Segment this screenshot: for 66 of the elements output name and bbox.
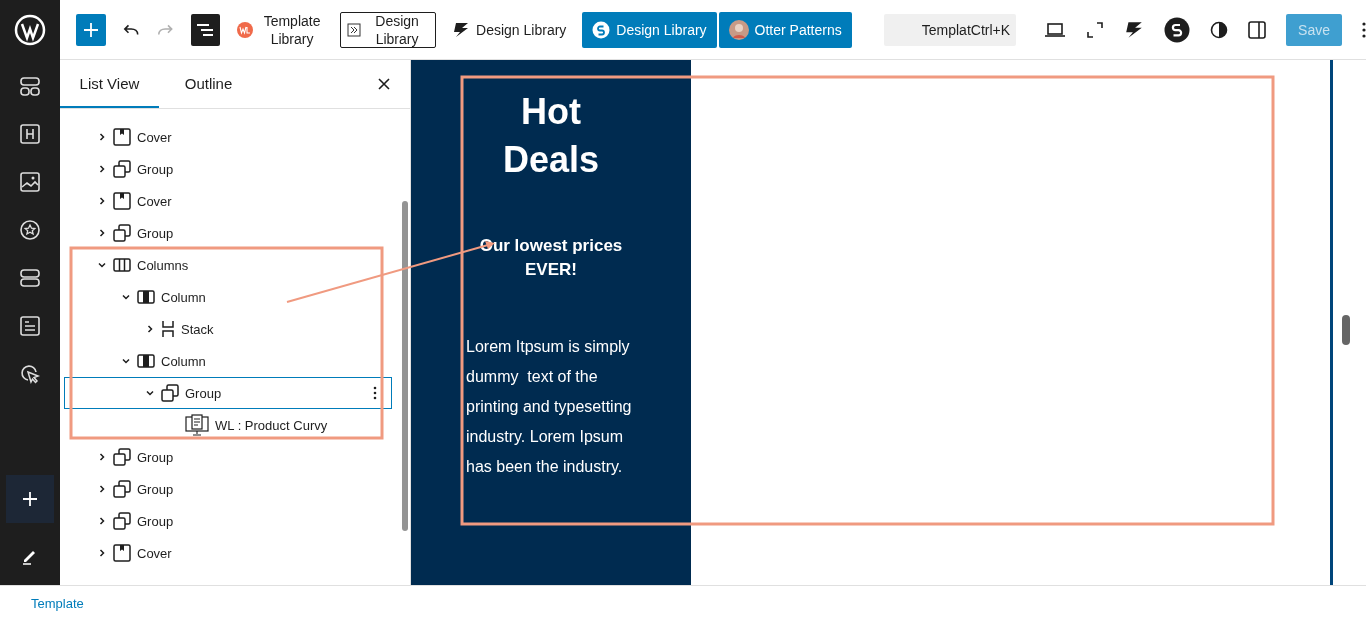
cursor-click-icon[interactable] — [19, 363, 41, 385]
fullscreen-icon[interactable] — [1086, 20, 1105, 39]
list-view-item[interactable]: Cover — [64, 185, 392, 217]
group-block-icon — [161, 384, 179, 402]
close-icon[interactable] — [378, 78, 390, 90]
group-block-icon — [113, 224, 131, 242]
image-icon[interactable] — [19, 171, 41, 193]
star-circle-icon[interactable] — [19, 219, 41, 241]
template-library-button[interactable]: Template Library — [236, 11, 325, 48]
otter-patterns-button[interactable]: Otter Patterns — [718, 11, 852, 48]
design-library-button[interactable]: Design Library — [452, 20, 567, 39]
add-block-button[interactable] — [76, 13, 106, 46]
list-view-item[interactable]: Group — [64, 217, 392, 249]
more-options-icon[interactable] — [1362, 21, 1366, 38]
monitor-icon — [185, 414, 209, 436]
s-circle-icon[interactable] — [1164, 16, 1191, 43]
sidebar-icon[interactable] — [1248, 20, 1267, 39]
list-view-toggle[interactable] — [190, 13, 221, 46]
breadcrumb-link[interactable]: Template — [31, 595, 84, 611]
column-block-icon — [137, 289, 155, 305]
panel-tab[interactable]: Outline — [159, 60, 258, 108]
list-view-item[interactable]: Group — [64, 441, 392, 473]
list-view-item[interactable]: Group — [64, 377, 392, 409]
s-circle-icon — [592, 20, 611, 39]
text-card-icon[interactable] — [19, 315, 41, 337]
list-view-icon — [196, 22, 215, 37]
more-options-icon[interactable] — [373, 386, 377, 400]
heading-icon[interactable] — [19, 123, 41, 145]
list-view-item[interactable]: Column — [64, 345, 392, 377]
cover-block-icon — [113, 544, 131, 562]
list-view-item[interactable]: WL : Product Curvy — [64, 409, 392, 441]
group-block-icon — [113, 448, 131, 466]
laptop-icon[interactable] — [1044, 21, 1067, 38]
panel-tab[interactable]: List View — [60, 60, 159, 108]
add-button[interactable] — [6, 475, 54, 523]
command-bar[interactable]: TemplatCtrl+K — [883, 13, 1017, 46]
wl-logo-icon — [236, 20, 255, 39]
columns-block-icon — [113, 257, 131, 273]
list-view-item[interactable]: Cover — [64, 537, 392, 569]
library-icon — [347, 22, 362, 37]
contrast-icon[interactable] — [1210, 20, 1229, 39]
design-library-button[interactable]: Design Library — [340, 11, 437, 48]
list-view-item[interactable]: Column — [64, 281, 392, 313]
design-library-button[interactable]: Design Library — [582, 11, 717, 48]
group-block-icon — [113, 160, 131, 178]
cover-block-icon — [113, 192, 131, 210]
scrollbar-thumb[interactable] — [1342, 315, 1350, 345]
stacked-rows-icon[interactable] — [19, 267, 41, 289]
list-view-item[interactable]: Group — [64, 473, 392, 505]
column-block-icon — [137, 353, 155, 369]
plus-icon — [22, 491, 38, 507]
list-view-item[interactable]: Group — [64, 153, 392, 185]
layout-icon[interactable] — [19, 75, 41, 97]
promo-paragraph: Lorem Itpsum is simply dummy text of the printing and typesetting industry. Lorem Ipsum has been the industry. — [466, 337, 633, 477]
list-view-item[interactable]: Cover — [64, 121, 392, 153]
avatar-icon — [728, 19, 749, 40]
group-block-icon — [113, 512, 131, 530]
cover-block-icon — [113, 128, 131, 146]
stack-block-icon — [161, 320, 175, 338]
list-view-item[interactable]: Columns — [64, 249, 392, 281]
promo-heading: Hot Deals — [501, 90, 601, 182]
plus-icon — [83, 22, 98, 37]
list-view-item[interactable]: Stack — [64, 313, 392, 345]
scrollbar-thumb[interactable] — [402, 201, 408, 531]
group-block-icon — [113, 480, 131, 498]
list-view-item[interactable]: Group — [64, 505, 392, 537]
